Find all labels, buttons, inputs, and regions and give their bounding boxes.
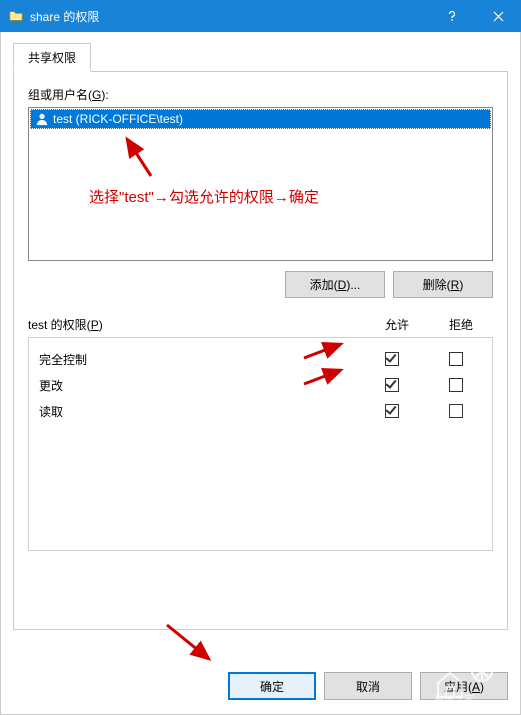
permissions-header: test 的权限(P) 允许 拒绝 [28, 316, 493, 333]
group-users-label: 组或用户名(G): [28, 86, 493, 103]
chk-full-deny[interactable] [449, 352, 463, 366]
add-remove-row: 添加(D)... 删除(R) [28, 271, 493, 298]
col-deny: 拒绝 [429, 316, 493, 333]
close-button[interactable] [475, 0, 521, 32]
chk-read-allow[interactable] [385, 404, 399, 418]
add-button[interactable]: 添加(D)... [285, 271, 385, 298]
perm-row-read: 读取 [39, 398, 488, 424]
annotation-text: 选择"test"→勾选允许的权限→确定 [89, 186, 319, 207]
user-item-text: test (RICK-OFFICE\test) [53, 112, 183, 126]
permissions-box: 完全控制 更改 读取 [28, 337, 493, 551]
col-allow: 允许 [365, 316, 429, 333]
dialog-body: 共享权限 组或用户名(G): test (RICK-OFFICE\test) 选… [0, 32, 521, 715]
remove-button[interactable]: 删除(R) [393, 271, 493, 298]
window-title: share 的权限 [30, 8, 429, 25]
chk-change-allow[interactable] [385, 378, 399, 392]
apply-button[interactable]: 应用(A) [420, 672, 508, 700]
chk-full-allow[interactable] [385, 352, 399, 366]
user-list-item[interactable]: test (RICK-OFFICE\test) [30, 109, 491, 129]
tab-share-permissions[interactable]: 共享权限 [13, 43, 91, 72]
perm-row-full-control: 完全控制 [39, 346, 488, 372]
chk-read-deny[interactable] [449, 404, 463, 418]
tab-strip: 共享权限 [13, 42, 508, 72]
dialog-buttons: 确定 取消 应用(A) [13, 672, 508, 700]
arrow-annotation-1 [121, 134, 161, 183]
user-icon [35, 112, 49, 126]
folder-icon [8, 8, 24, 24]
titlebar: share 的权限 [0, 0, 521, 32]
ok-button[interactable]: 确定 [228, 672, 316, 700]
perm-row-change: 更改 [39, 372, 488, 398]
permissions-header-label: test 的权限(P) [28, 316, 365, 333]
titlebar-buttons [429, 0, 521, 32]
cancel-button[interactable]: 取消 [324, 672, 412, 700]
chk-change-deny[interactable] [449, 378, 463, 392]
users-listbox[interactable]: test (RICK-OFFICE\test) 选择"test"→勾选允许的权限… [28, 107, 493, 261]
tab-content: 组或用户名(G): test (RICK-OFFICE\test) 选择"tes… [13, 72, 508, 630]
help-button[interactable] [429, 0, 475, 32]
